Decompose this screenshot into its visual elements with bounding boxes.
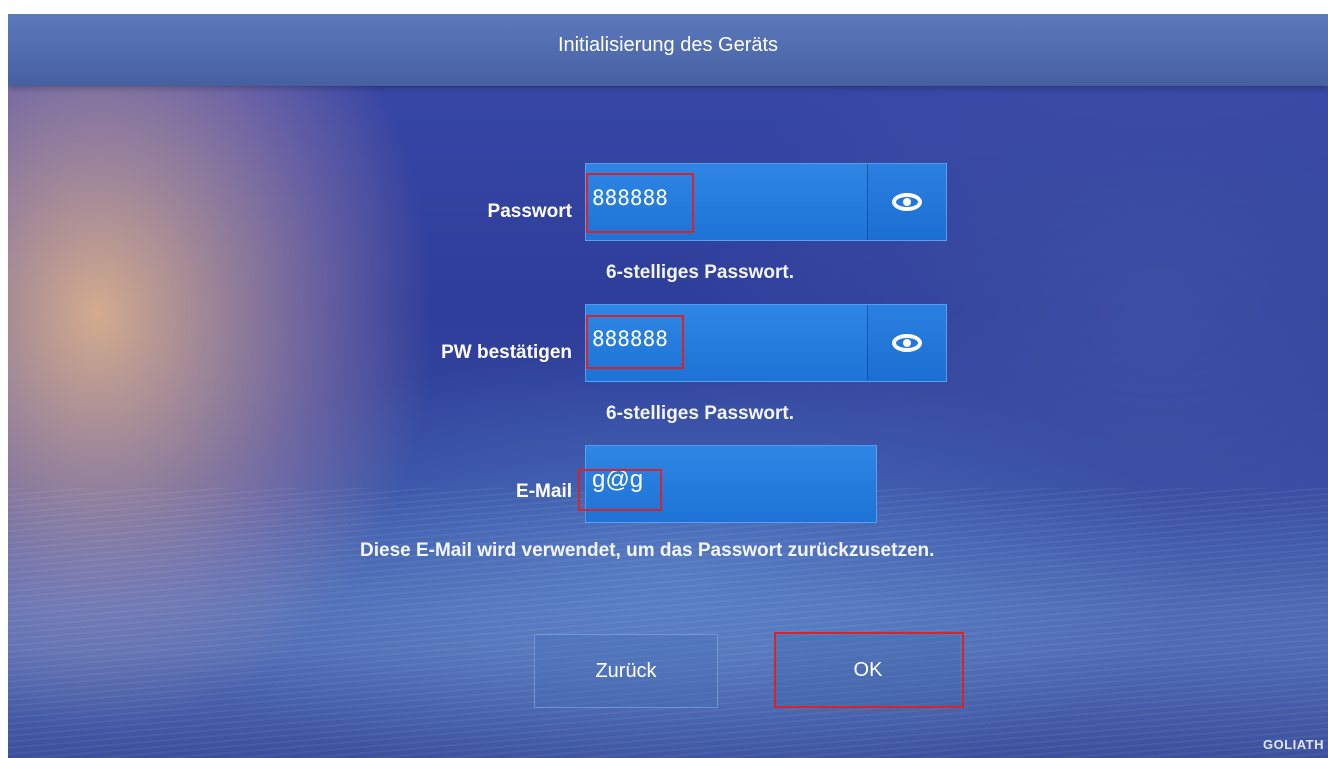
confirm-password-value: 888888: [592, 327, 668, 351]
back-button[interactable]: Zurück: [534, 634, 718, 708]
confirm-password-hint: 6-stelliges Passwort.: [606, 403, 794, 424]
password-label: Passwort: [487, 201, 572, 222]
eye-icon: [892, 334, 922, 352]
brand-logo: GOLIATH: [1262, 737, 1324, 752]
email-input[interactable]: g@g: [585, 445, 877, 523]
password-value: 888888: [592, 186, 668, 210]
password-hint: 6-stelliges Passwort.: [606, 262, 794, 283]
show-password-button[interactable]: [867, 164, 946, 240]
email-label: E-Mail: [516, 481, 572, 502]
page-title: Initialisierung des Geräts: [557, 34, 779, 56]
confirm-password-label: PW bestätigen: [441, 342, 572, 363]
ok-button[interactable]: OK: [776, 635, 960, 705]
confirm-password-input[interactable]: 888888: [585, 304, 947, 382]
eye-icon: [892, 193, 922, 211]
email-value: g@g: [592, 466, 644, 493]
email-hint: Diese E-Mail wird verwendet, um das Pass…: [360, 540, 935, 561]
show-confirm-password-button[interactable]: [867, 305, 946, 381]
password-input[interactable]: 888888: [585, 163, 947, 241]
device-init-screen: Initialisierung des Geräts Passwort 8888…: [8, 14, 1328, 758]
